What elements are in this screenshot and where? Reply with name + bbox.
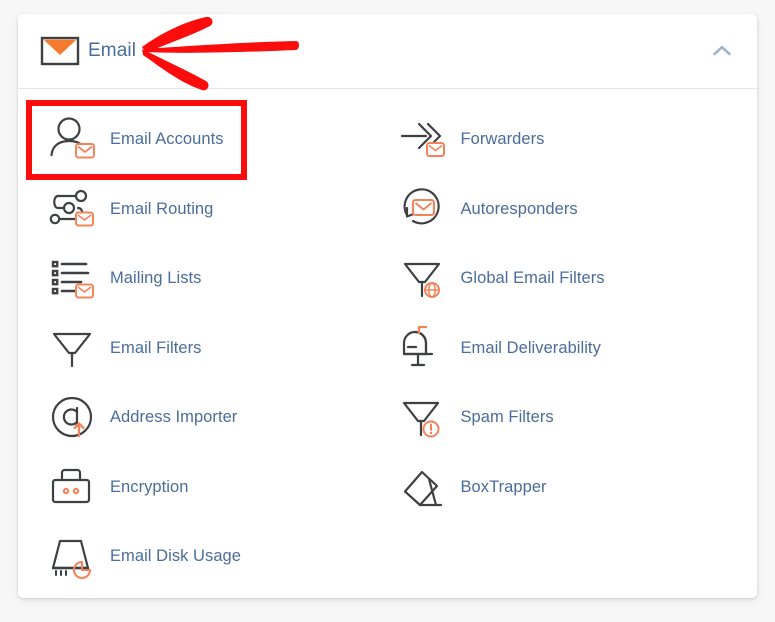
envelope-icon: [40, 36, 84, 66]
tool-item-label: Global Email Filters: [460, 269, 605, 288]
tool-item-label: Address Importer: [110, 408, 238, 427]
tool-item-email-accounts[interactable]: Email Accounts: [40, 105, 385, 175]
tool-item-label: Email Accounts: [110, 130, 224, 149]
spam-filters-icon: [397, 391, 451, 445]
email-disk-usage-icon: [46, 530, 100, 584]
tool-item-label: Encryption: [110, 477, 189, 496]
tool-item-label: Email Disk Usage: [110, 547, 242, 566]
tool-item-label: Mailing Lists: [110, 269, 202, 288]
tool-item-label: Email Routing: [110, 199, 214, 218]
boxtrapper-icon: [397, 460, 451, 514]
email-deliverability-icon: [397, 321, 451, 375]
email-section-card: Email Email Accounts Forwarders Email Ro…: [18, 14, 757, 598]
tool-item-autoresponders[interactable]: Autoresponders: [391, 175, 736, 245]
tool-item-forwarders[interactable]: Forwarders: [391, 105, 736, 175]
email-filters-icon: [46, 321, 100, 375]
autoresponders-icon: [397, 182, 451, 236]
encryption-icon: [46, 460, 100, 514]
email-routing-icon: [46, 182, 100, 236]
tool-item-spam-filters[interactable]: Spam Filters: [391, 383, 736, 453]
address-importer-icon: [46, 391, 100, 445]
mailing-lists-icon: [46, 252, 100, 306]
tool-item-email-deliverability[interactable]: Email Deliverability: [391, 314, 736, 384]
email-tools-grid: Email Accounts Forwarders Email Routing …: [18, 89, 757, 598]
email-section-header[interactable]: Email: [18, 14, 757, 89]
tool-item-label: Spam Filters: [460, 408, 554, 427]
tool-item-label: BoxTrapper: [460, 477, 547, 496]
chevron-up-icon[interactable]: [709, 38, 735, 64]
tool-item-label: Forwarders: [460, 130, 545, 149]
tool-item-email-disk-usage[interactable]: Email Disk Usage: [40, 522, 385, 592]
tool-item-label: Autoresponders: [460, 199, 578, 218]
email-accounts-icon: [46, 113, 100, 167]
forwarders-icon: [397, 113, 451, 167]
tool-item-mailing-lists[interactable]: Mailing Lists: [40, 244, 385, 314]
tool-item-label: Email Filters: [110, 338, 202, 357]
tool-item-address-importer[interactable]: Address Importer: [40, 383, 385, 453]
tool-item-email-filters[interactable]: Email Filters: [40, 314, 385, 384]
tool-item-label: Email Deliverability: [460, 338, 601, 357]
tool-item-email-routing[interactable]: Email Routing: [40, 175, 385, 245]
tool-item-global-email-filters[interactable]: Global Email Filters: [391, 244, 736, 314]
tool-item-boxtrapper[interactable]: BoxTrapper: [391, 453, 736, 523]
page-title: Email: [88, 40, 137, 61]
tool-item-encryption[interactable]: Encryption: [40, 453, 385, 523]
global-email-filters-icon: [397, 252, 451, 306]
